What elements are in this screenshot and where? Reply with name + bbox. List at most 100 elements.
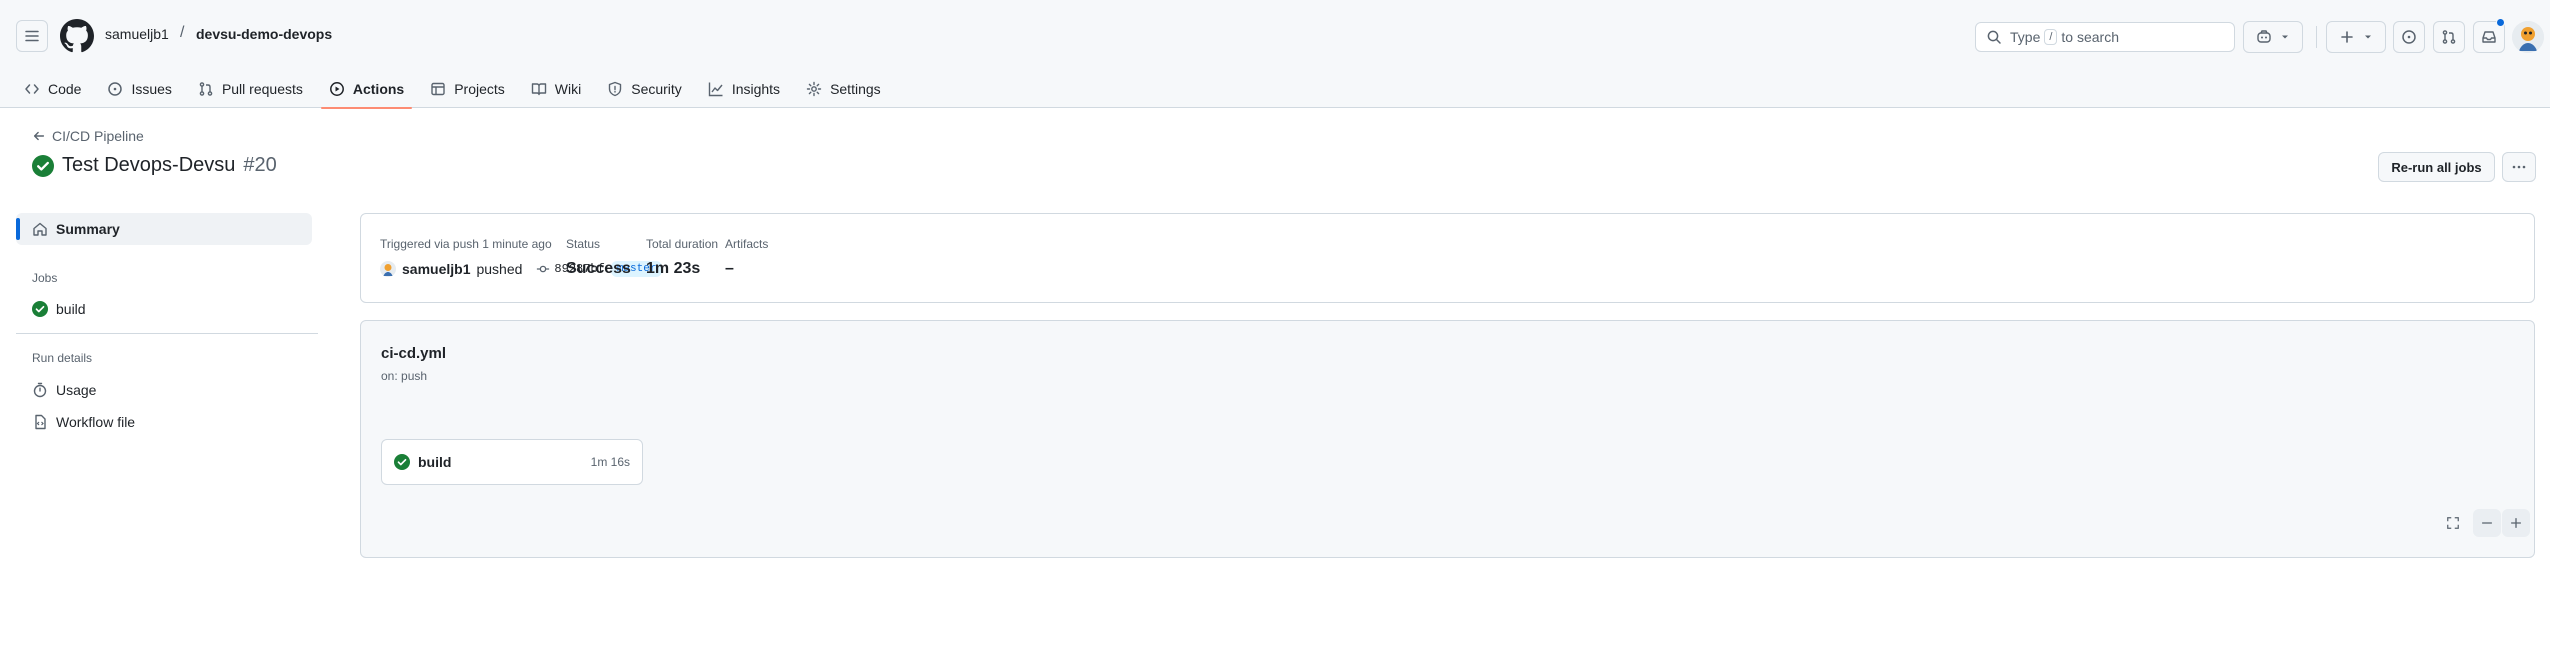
book-icon — [531, 83, 546, 96]
avatar-image-icon — [2512, 21, 2544, 53]
tab-issues[interactable]: Issues — [99, 70, 179, 108]
search-shortcut-key: / — [2044, 29, 2058, 45]
header-divider — [2316, 26, 2317, 48]
trigger-user-link[interactable]: samueljb1 — [402, 261, 470, 277]
back-link-label: CI/CD Pipeline — [52, 128, 144, 144]
run-summary-panel: Triggered via push 1 minute ago samueljb… — [360, 213, 2535, 303]
sidebar-divider — [16, 333, 318, 334]
tab-wiki[interactable]: Wiki — [523, 70, 589, 108]
page-title: Test Devops-Devsu #20 — [32, 154, 277, 177]
sidebar-item-build-label: build — [56, 301, 86, 317]
chevron-down-icon — [2365, 35, 2371, 39]
tab-settings-label: Settings — [830, 81, 881, 97]
tab-pull-requests-label: Pull requests — [221, 81, 303, 97]
tab-projects[interactable]: Projects — [422, 70, 513, 108]
git-pull-request-icon — [199, 82, 213, 96]
repository-nav: Code Issues Pull requests Actions Projec… — [16, 70, 899, 109]
tab-issues-label: Issues — [131, 81, 172, 97]
tab-settings[interactable]: Settings — [798, 70, 889, 108]
screen-full-icon — [2447, 517, 2459, 529]
sidebar-item-workflow-file[interactable]: Workflow file — [32, 414, 135, 430]
fullscreen-button[interactable] — [2439, 509, 2467, 537]
breadcrumb-separator: / — [180, 24, 185, 41]
stopwatch-icon — [33, 382, 47, 398]
shield-icon — [609, 81, 622, 97]
github-logo-icon[interactable] — [60, 19, 94, 53]
menu-button[interactable] — [16, 20, 48, 52]
dash-icon — [2481, 522, 2493, 524]
status-label: Status — [566, 237, 601, 251]
issue-opened-icon — [108, 82, 123, 96]
sidebar-run-details-heading: Run details — [32, 351, 93, 365]
breadcrumb-repo[interactable]: devsu-demo-devops — [196, 26, 332, 42]
sidebar-jobs-heading: Jobs — [32, 271, 58, 285]
tab-code-label: Code — [48, 81, 82, 97]
user-avatar[interactable] — [2512, 21, 2544, 53]
job-card-duration: 1m 16s — [590, 455, 630, 469]
table-icon — [431, 82, 445, 96]
issue-opened-icon — [2402, 30, 2416, 44]
git-pull-request-icon — [2442, 30, 2456, 44]
zoom-in-button[interactable] — [2502, 509, 2530, 537]
artifacts-label: Artifacts — [725, 237, 769, 251]
triggered-text: Triggered via push 1 minute ago — [380, 237, 552, 251]
notification-indicator — [2496, 18, 2505, 27]
create-new-button[interactable] — [2326, 21, 2386, 53]
tab-actions-label: Actions — [352, 81, 405, 97]
plus-icon — [2341, 31, 2353, 43]
search-icon — [1987, 30, 2001, 44]
zoom-out-button[interactable] — [2473, 509, 2501, 537]
tab-code[interactable]: Code — [16, 70, 89, 108]
trigger-action: pushed — [476, 261, 523, 277]
home-icon — [33, 222, 47, 236]
breadcrumb-owner[interactable]: samueljb1 — [105, 26, 169, 42]
workflow-graph-panel: ci-cd.yml on: push build 1m 16s — [360, 320, 2535, 558]
tab-security-label: Security — [631, 81, 682, 97]
check-circle-fill-icon — [32, 301, 48, 317]
sidebar-item-usage-label: Usage — [56, 382, 97, 398]
tab-pull-requests[interactable]: Pull requests — [190, 70, 311, 108]
inbox-icon — [2482, 31, 2496, 43]
chevron-down-icon — [2282, 35, 2288, 39]
tab-insights[interactable]: Insights — [700, 70, 788, 108]
sidebar-item-usage[interactable]: Usage — [32, 382, 96, 398]
pull-requests-button[interactable] — [2433, 21, 2465, 53]
code-icon — [25, 84, 39, 94]
avatar — [380, 261, 396, 277]
workflow-file-name: ci-cd.yml — [381, 345, 447, 362]
tab-wiki-label: Wiki — [554, 81, 582, 97]
kebab-horizontal-icon — [2512, 165, 2526, 169]
run-title-text: Test Devops-Devsu — [62, 154, 236, 176]
play-icon — [329, 82, 344, 96]
search-placeholder-prefix: Type — [2010, 29, 2041, 45]
tab-security[interactable]: Security — [599, 70, 690, 108]
global-bar: samueljb1 / devsu-demo-devops Type / to … — [0, 0, 2550, 70]
job-card-build[interactable]: build 1m 16s — [381, 439, 643, 485]
search-input[interactable]: Type / to search — [1975, 22, 2235, 52]
job-card-name: build — [418, 454, 452, 470]
sidebar-item-summary-label: Summary — [56, 221, 120, 237]
hamburger-icon — [25, 30, 39, 42]
back-to-workflow-link[interactable]: CI/CD Pipeline — [32, 128, 144, 144]
gear-icon — [806, 81, 822, 97]
duration-value: 1m 23s — [646, 260, 701, 277]
sidebar-item-build[interactable]: build — [32, 301, 86, 317]
workflow-trigger: on: push — [381, 369, 428, 383]
status-value: Success — [566, 260, 631, 277]
plus-icon — [2510, 517, 2522, 529]
issues-button[interactable] — [2393, 21, 2425, 53]
rerun-all-jobs-button[interactable]: Re-run all jobs — [2378, 152, 2495, 182]
app-header: samueljb1 / devsu-demo-devops Type / to … — [0, 0, 2550, 109]
arrow-left-icon — [33, 131, 45, 141]
check-circle-fill-icon — [32, 154, 54, 177]
copilot-button[interactable] — [2243, 21, 2303, 53]
artifacts-value: – — [725, 260, 734, 277]
sidebar-item-workflow-file-label: Workflow file — [56, 414, 136, 430]
copilot-icon — [2257, 30, 2271, 43]
tab-actions[interactable]: Actions — [320, 70, 413, 109]
graph-icon — [708, 82, 723, 97]
tab-projects-label: Projects — [454, 81, 505, 97]
check-circle-fill-icon — [394, 454, 410, 470]
more-options-button[interactable] — [2502, 152, 2536, 182]
sidebar-item-summary[interactable]: Summary — [16, 213, 312, 245]
